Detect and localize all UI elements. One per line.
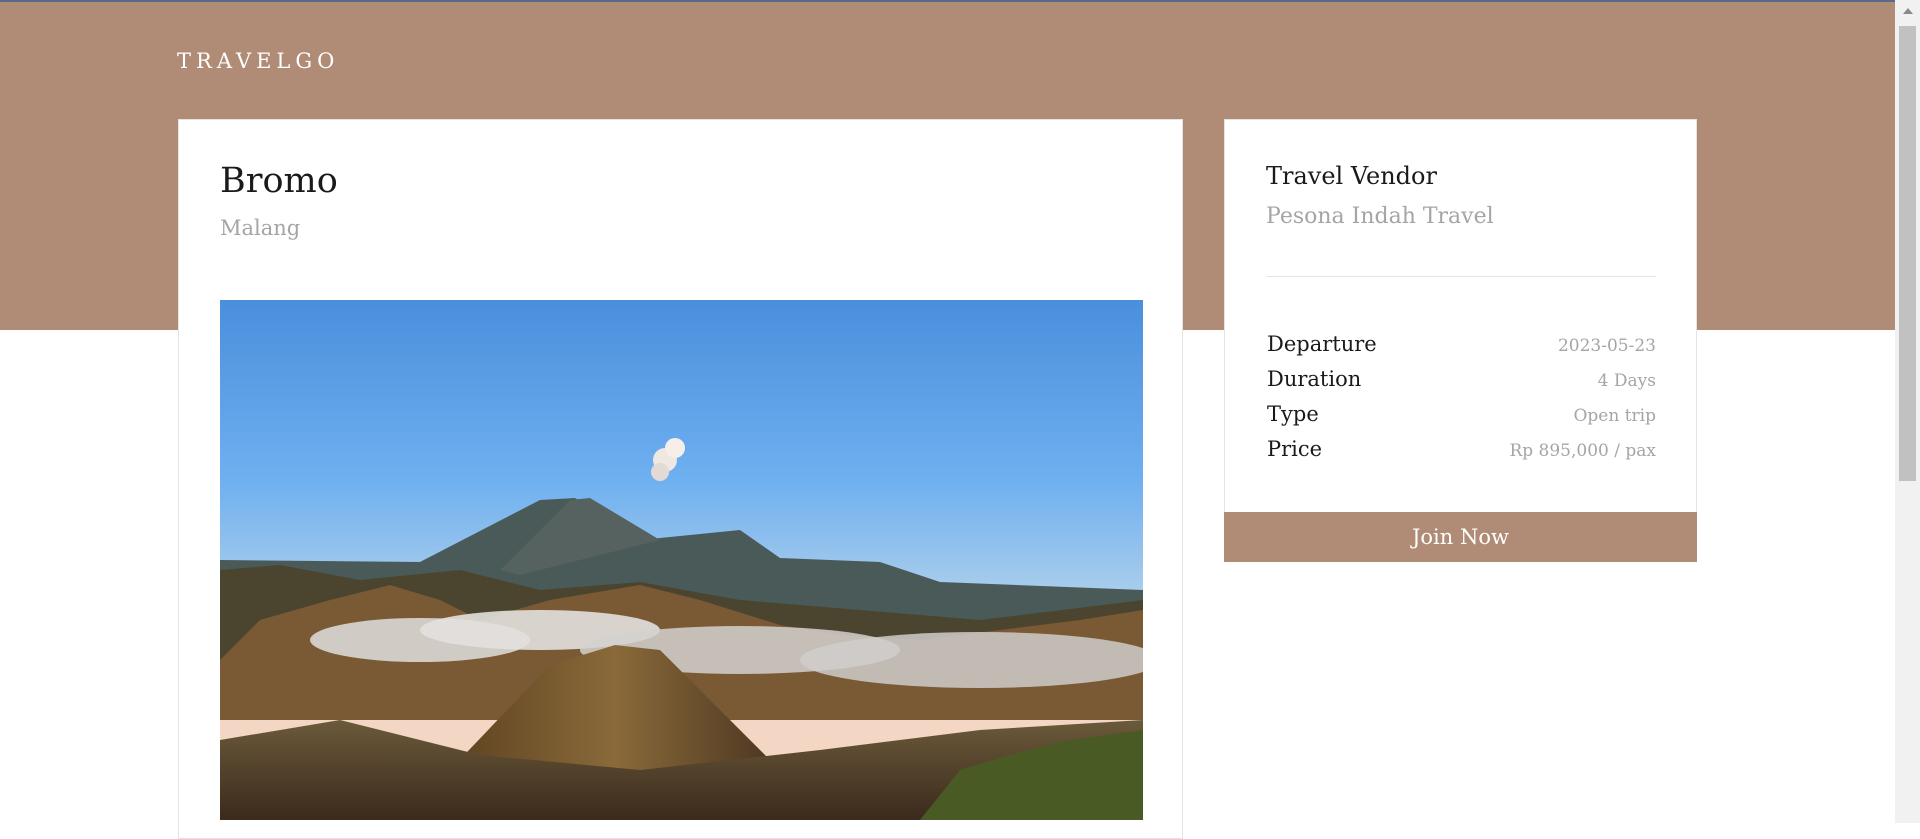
detail-row-duration: Duration 4 Days — [1267, 367, 1656, 397]
detail-value: 4 Days — [1597, 371, 1656, 391]
detail-label: Departure — [1267, 332, 1377, 356]
destination-card: Bromo Malang — [178, 119, 1183, 839]
destination-photo — [220, 300, 1143, 820]
detail-value: Open trip — [1573, 406, 1656, 426]
scroll-up-arrow-icon[interactable] — [1895, 0, 1920, 22]
detail-value: Rp 895,000 / pax — [1509, 441, 1656, 461]
vertical-scrollbar[interactable] — [1895, 0, 1920, 823]
detail-label: Duration — [1267, 367, 1362, 391]
vendor-name: Pesona Indah Travel — [1266, 204, 1494, 229]
vendor-card: Travel Vendor Pesona Indah Travel Depart… — [1224, 119, 1697, 513]
brand-logo[interactable]: TRAVELGO — [177, 49, 339, 73]
detail-label: Price — [1267, 437, 1323, 461]
divider — [1266, 276, 1656, 277]
detail-value: 2023-05-23 — [1557, 336, 1656, 356]
detail-row-type: Type Open trip — [1267, 402, 1656, 432]
detail-row-price: Price Rp 895,000 / pax — [1267, 437, 1656, 467]
detail-row-departure: Departure 2023-05-23 — [1267, 332, 1656, 362]
destination-title: Bromo — [220, 161, 338, 201]
scrollbar-thumb[interactable] — [1899, 26, 1916, 481]
detail-label: Type — [1267, 402, 1319, 426]
vendor-label: Travel Vendor — [1266, 162, 1437, 190]
destination-location: Malang — [220, 216, 301, 240]
join-now-button[interactable]: Join Now — [1224, 512, 1697, 562]
